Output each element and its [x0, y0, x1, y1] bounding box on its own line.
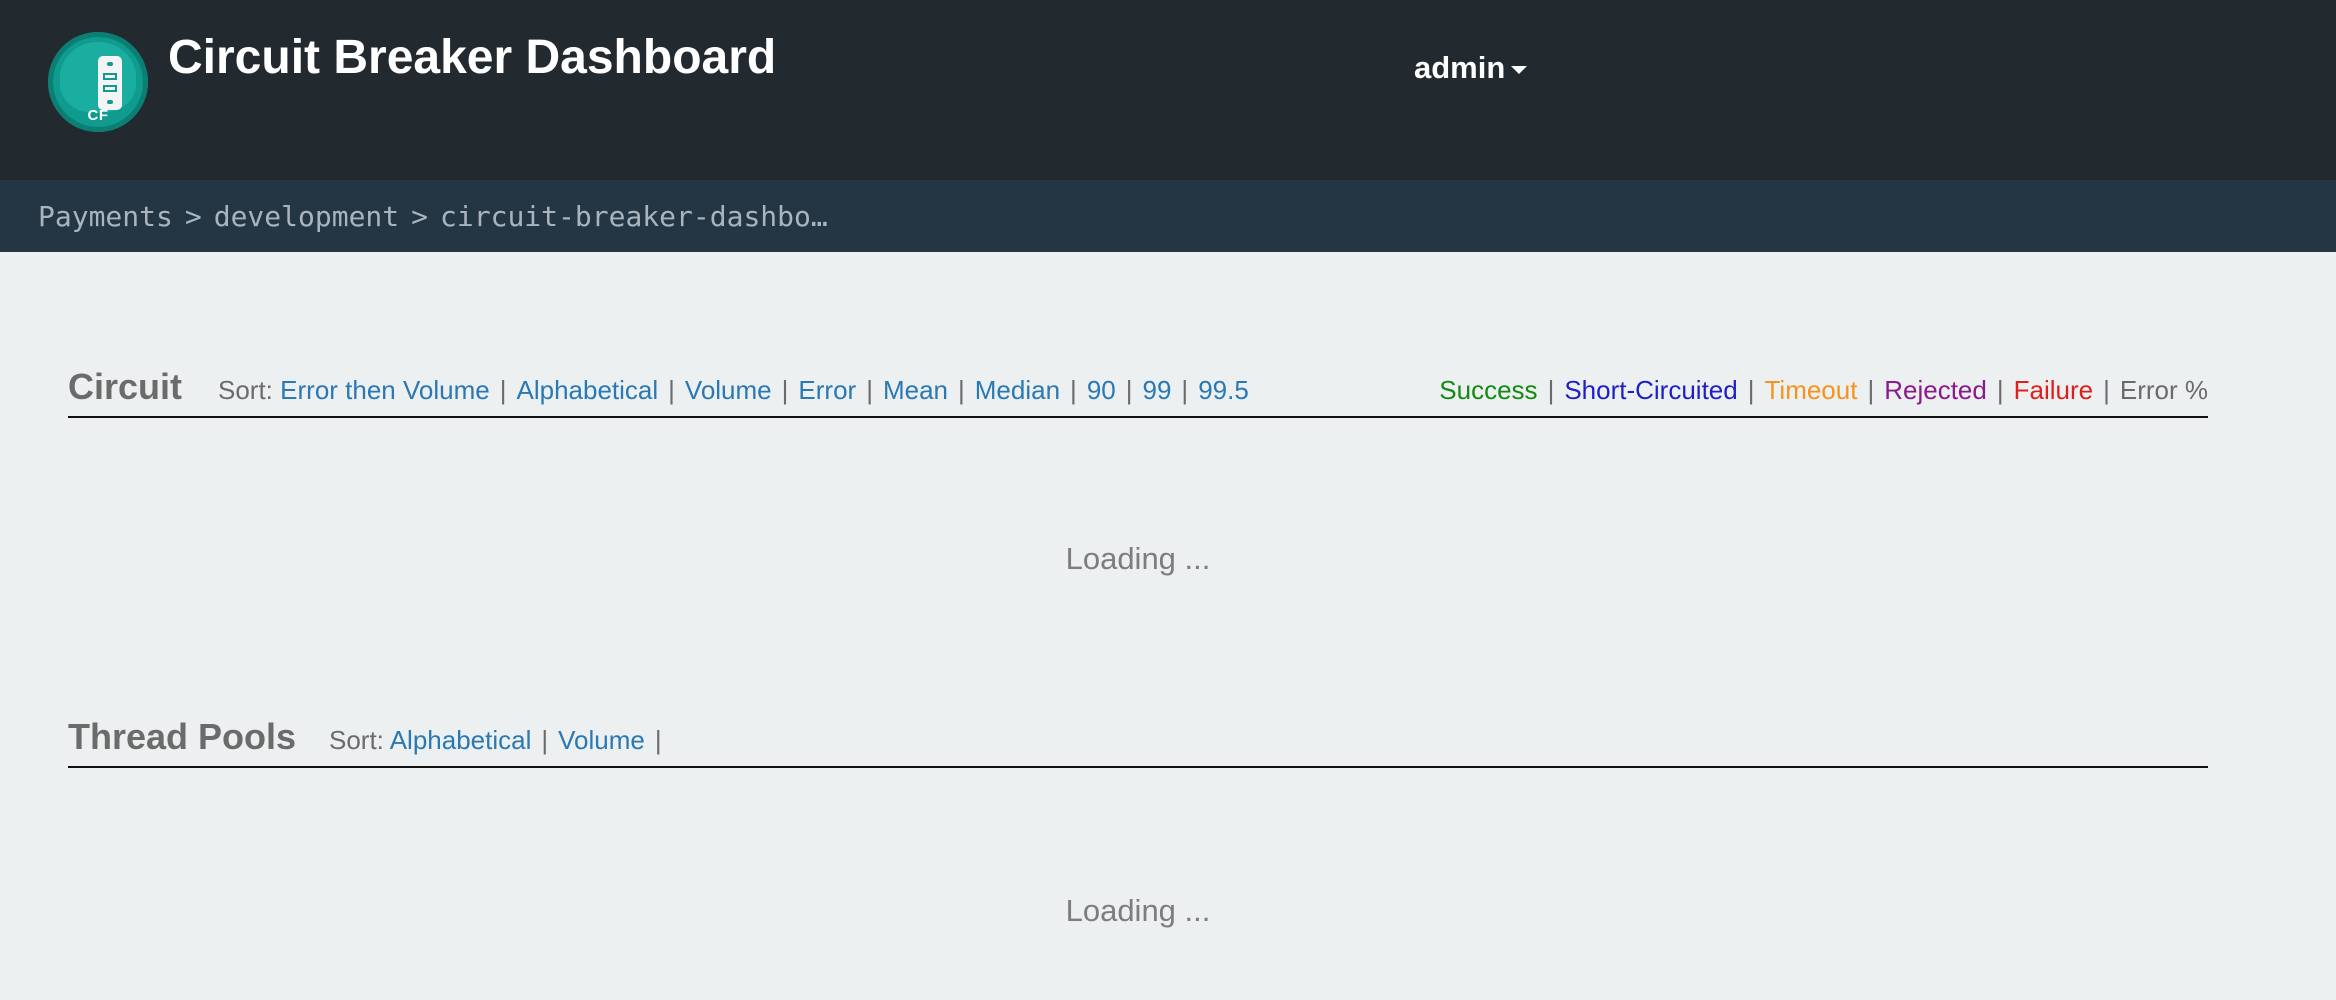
thread-pools-title: Thread Pools	[68, 716, 297, 757]
user-menu[interactable]: admin	[1414, 50, 1528, 86]
thread-pools-sort-bar: Sort: Alphabetical | Volume |	[329, 725, 662, 755]
breadcrumb-separator: >	[411, 199, 429, 233]
legend-failure: Failure	[2013, 375, 2094, 405]
status-legend: Success | Short-Circuited | Timeout | Rejected…	[1439, 375, 2208, 405]
legend-rejected: Rejected	[1884, 375, 1987, 405]
thread-pools-loading-text: Loading ...	[1065, 893, 1211, 928]
circuit-loading-text: Loading ...	[1065, 541, 1211, 576]
legend-timeout: Timeout	[1764, 375, 1858, 405]
caret-down-icon[interactable]	[1511, 66, 1528, 74]
sort-error-then-volume[interactable]: Error then Volume	[280, 375, 490, 405]
sort-volume[interactable]: Volume	[685, 375, 772, 405]
sort-99[interactable]: 99	[1143, 375, 1172, 405]
sort-mean[interactable]: Mean	[883, 375, 948, 405]
sort-99-5[interactable]: 99.5	[1198, 375, 1249, 405]
circuit-title: Circuit	[68, 366, 183, 407]
legend-error-percent: Error %	[2119, 375, 2208, 405]
user-name[interactable]: admin	[1414, 50, 1505, 86]
sort-label: Sort:	[218, 375, 273, 405]
sort-alphabetical[interactable]: Alphabetical	[390, 725, 532, 755]
sort-median[interactable]: Median	[975, 375, 1060, 405]
sort-alphabetical[interactable]: Alphabetical	[516, 375, 658, 405]
sort-error[interactable]: Error	[798, 375, 856, 405]
sort-volume[interactable]: Volume	[558, 725, 645, 755]
breadcrumb: Payments > development > circuit-breaker…	[0, 180, 2336, 252]
top-bar: CF Circuit Breaker Dashboard admin	[0, 0, 2336, 180]
breadcrumb-item-space[interactable]: development	[214, 200, 399, 233]
breadcrumb-item-app[interactable]: circuit-breaker-dashbo…	[440, 200, 828, 233]
sort-90[interactable]: 90	[1087, 375, 1116, 405]
cloud-foundry-logo-icon: CF	[48, 32, 148, 132]
legend-success: Success	[1439, 375, 1538, 405]
breadcrumb-item-org[interactable]: Payments	[38, 200, 173, 233]
legend-short-circuited: Short-Circuited	[1564, 375, 1738, 405]
breadcrumb-separator: >	[184, 199, 202, 233]
logo-text: CF	[87, 107, 109, 124]
circuit-section-header: Circuit Sort: Error then Volume | Alphabet…	[68, 364, 2208, 418]
sort-label: Sort:	[329, 725, 384, 755]
circuit-sort-bar: Sort: Error then Volume | Alphabetical | Vol…	[218, 375, 1249, 405]
app-title: Circuit Breaker Dashboard	[168, 31, 777, 84]
thread-pools-section-header: Thread Pools Sort: Alphabetical | Volume |	[68, 714, 2208, 768]
